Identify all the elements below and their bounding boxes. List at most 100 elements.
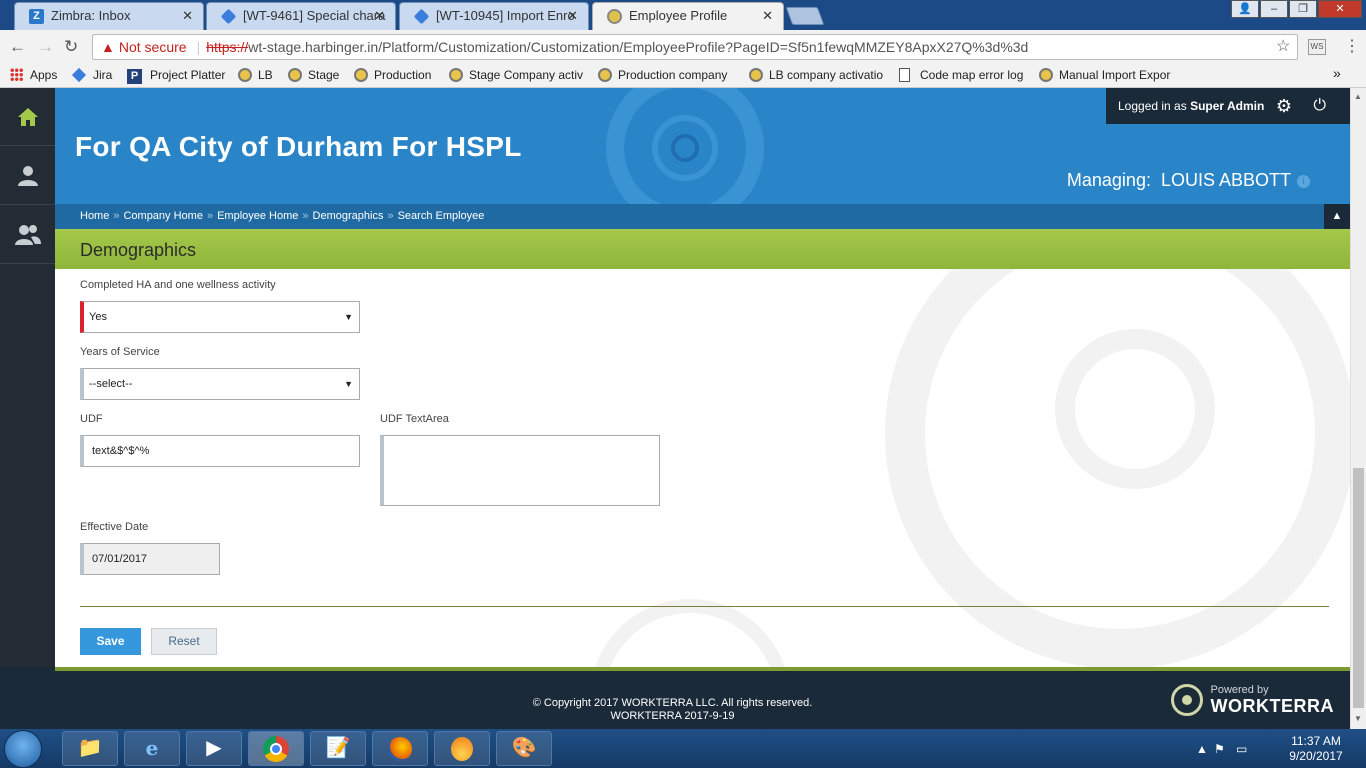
breadcrumb-separator: » [113,210,120,222]
power-icon[interactable]: ⏻ [1313,88,1326,124]
flag-icon[interactable]: ⚑ [1214,742,1225,756]
header-banner: For QA City of Durham For HSPL Logged in… [55,88,1350,204]
window-close-icon[interactable]: ✕ [1318,0,1362,18]
workterra-favicon-icon [607,9,622,24]
background-watermark [1055,329,1215,489]
workterra-favicon-icon [749,68,763,82]
scrollbar-thumb[interactable] [1353,468,1364,708]
browser-tab-employee-profile[interactable]: Employee Profile ✕ [592,2,784,30]
workterra-favicon-icon [238,68,252,82]
bookmark-label: Code map error log [920,68,1024,82]
url-bar[interactable]: ▲ Not secure | https://wt-stage.harbinger.i… [92,34,1298,60]
clock[interactable]: 11:37 AM 9/20/2017 [1286,734,1346,764]
bookmark-stage[interactable]: Stage [288,67,339,83]
clock-time: 11:37 AM [1291,734,1341,748]
os-taskbar: 📁 e ▶ 📝 🎨 ▲ ⚑ ▭ 11:37 AM 9/20/2017 [0,729,1366,768]
bookmark-label: Production [374,68,432,82]
collapse-header-button[interactable]: ▲ [1324,204,1350,229]
menu-icon[interactable]: ⋮ [1344,38,1360,55]
firefox-taskbar-icon[interactable] [372,731,428,766]
chrome-taskbar-icon[interactable] [248,731,304,766]
browser-tab-wt-10945[interactable]: [WT-10945] Import Enro ✕ [399,2,589,30]
user-box: Logged in as Super Admin ⚙ ⏻ [1106,88,1350,124]
bookmark-production-company[interactable]: Production company [598,67,727,83]
bookmark-lb-company-activatio[interactable]: LB company activatio [749,67,883,83]
internet-explorer-taskbar-icon[interactable]: e [124,731,180,766]
close-tab-icon[interactable]: ✕ [182,3,193,29]
save-button[interactable]: Save [80,628,141,655]
scroll-up-icon[interactable]: ▲ [1354,92,1362,101]
breadcrumb-company-home[interactable]: Company Home [123,210,202,222]
breadcrumb-search-employee[interactable]: Search Employee [398,210,485,222]
workterra-favicon-icon [449,68,463,82]
bookmark-lb[interactable]: LB [238,67,273,83]
breadcrumb-employee-home[interactable]: Employee Home [217,210,298,222]
notepad-taskbar-icon[interactable]: 📝 [310,731,366,766]
page-scrollbar[interactable]: ▲ ▼ [1350,88,1366,729]
bookmark-label: Production company [618,68,728,82]
back-icon[interactable]: ← [9,38,26,55]
completed-ha-label: Completed HA and one wellness activity [80,279,276,291]
workterra-favicon-icon [598,68,612,82]
nav-employee[interactable] [0,147,55,205]
bookmark-stage-company-activ[interactable]: Stage Company activ [449,67,583,83]
page-icon [899,68,910,82]
form-divider [80,606,1329,607]
bookmark-manual-import-export[interactable]: Manual Import Expor [1039,67,1170,83]
reload-icon[interactable]: ↻ [64,38,78,55]
udf-input[interactable]: text&$^$^% [80,435,360,467]
network-icon[interactable]: ▭ [1236,742,1247,756]
bookmark-label: Jira [93,68,113,82]
url-text: wt-stage.harbinger.in/Platform/Customiza… [248,39,1029,55]
browser-tab-zimbra[interactable]: Z Zimbra: Inbox ✕ [14,2,204,30]
close-tab-icon[interactable]: ✕ [567,3,578,29]
logged-in-prefix: Logged in as [1118,99,1187,113]
user-icon[interactable]: 👤 [1231,0,1259,18]
udf-textarea[interactable] [380,435,660,506]
bookmark-production[interactable]: Production [354,67,431,83]
breadcrumb-demographics[interactable]: Demographics [313,210,384,222]
tray-expand-icon[interactable]: ▲ [1196,742,1208,756]
reset-button[interactable]: Reset [151,628,217,655]
paint-taskbar-icon[interactable]: 🎨 [496,731,552,766]
nav-employees-group[interactable] [0,206,55,264]
bookmarks-bar: Apps Jira P Project Platter LB Stage Prod… [0,63,1366,88]
bookmark-apps[interactable]: Apps [10,67,57,83]
bookmark-jira[interactable]: Jira [71,67,113,83]
extension-icon[interactable]: WS [1308,39,1326,55]
effective-date-label: Effective Date [80,521,149,533]
completed-ha-select[interactable]: Yes ▼ [80,301,360,333]
breadcrumb-home[interactable]: Home [80,210,109,222]
forward-icon[interactable]: → [37,38,54,55]
home-icon [17,107,38,126]
nav-home[interactable] [0,88,55,146]
info-icon[interactable]: i [1297,175,1310,188]
close-tab-icon[interactable]: ✕ [762,3,773,29]
new-tab-button[interactable] [785,7,825,25]
bookmark-project-platter[interactable]: P Project Platter [127,67,225,84]
page-footer: © Copyright 2017 WORKTERRA LLC. All righ… [55,667,1350,729]
people-icon [14,224,41,245]
platter-icon: P [127,69,142,84]
media-player-taskbar-icon[interactable]: ▶ [186,731,242,766]
gear-icon[interactable]: ⚙ [1276,88,1292,124]
restore-icon[interactable]: ❐ [1289,0,1317,18]
effective-date-input[interactable]: 07/01/2017 [80,543,220,575]
window-controls: 👤 – ❐ ✕ [1230,0,1362,18]
browser-tab-wt-9461[interactable]: [WT-9461] Special chara ✕ [206,2,396,30]
bookmark-star-icon[interactable]: ☆ [1276,38,1290,55]
scroll-down-icon[interactable]: ▼ [1354,714,1362,723]
minimize-icon[interactable]: – [1260,0,1288,18]
bookmarks-overflow-icon[interactable]: » [1333,65,1341,81]
background-watermark [590,599,790,667]
bookmark-label: LB [258,68,273,82]
managing-name: LOUIS ABBOTT [1160,170,1291,190]
years-of-service-select[interactable]: --select-- ▼ [80,368,360,400]
windows-start-button[interactable] [4,730,42,768]
bookmark-code-map-error-log[interactable]: Code map error log [899,67,1023,83]
breadcrumb-separator: » [302,210,309,222]
app-taskbar-icon[interactable] [434,731,490,766]
system-tray: ▲ ⚑ ▭ 11:37 AM 9/20/2017 [1196,732,1346,766]
explorer-taskbar-icon[interactable]: 📁 [62,731,118,766]
close-tab-icon[interactable]: ✕ [374,3,385,29]
